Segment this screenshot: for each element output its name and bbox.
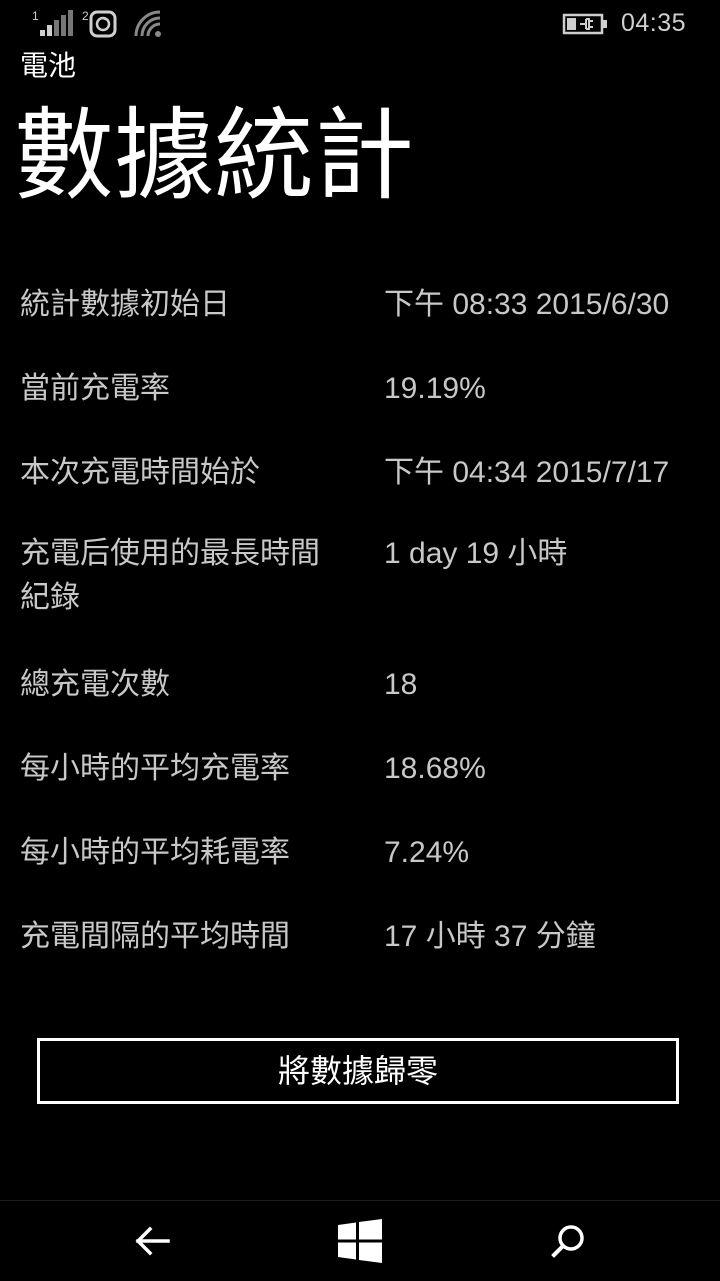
status-bar: 1 2 04:35 (0, 0, 720, 48)
search-icon (551, 1225, 584, 1258)
wifi-icon (134, 10, 161, 37)
stats-list: 統計數據初始日 下午 08:33 2015/6/30 當前充電率 19.19% … (0, 278, 720, 995)
stat-row-charge-started: 本次充電時間始於 下午 04:34 2015/7/17 (0, 446, 720, 530)
stat-value: 下午 04:34 2015/7/17 (384, 456, 670, 489)
app-title: 電池 (20, 49, 77, 82)
navigation-bar (0, 1200, 720, 1281)
windows-start-icon (338, 1219, 382, 1263)
start-button[interactable] (240, 1201, 480, 1281)
stat-label: 統計數據初始日 (20, 287, 230, 322)
stat-value: 17 小時 37 分鐘 (384, 920, 596, 953)
stat-label: 本次充電時間始於 (20, 455, 260, 490)
search-button[interactable] (448, 1201, 688, 1281)
stat-label: 當前充電率 (20, 371, 170, 406)
stat-label: 充電后使用的最長時間紀錄 (20, 536, 320, 615)
page-title: 數據統計 (14, 97, 414, 214)
back-arrow-icon (135, 1226, 170, 1256)
stat-label: 充電間隔的平均時間 (20, 919, 290, 954)
sim2-sync-icon: 2 (82, 9, 117, 38)
stat-label: 每小時的平均耗電率 (20, 835, 290, 870)
stat-label: 每小時的平均充電率 (20, 751, 290, 786)
stat-value: 19.19% (384, 372, 486, 405)
stat-row-total-charges: 總充電次數 18 (0, 659, 720, 743)
sim2-label: 2 (82, 9, 89, 23)
stat-row-longest-usage: 充電后使用的最長時間紀錄 1 day 19 小時 (0, 530, 720, 659)
stat-value: 1 day 19 小時 (384, 537, 568, 570)
stat-label: 總充電次數 (20, 667, 170, 702)
sim1-label: 1 (32, 9, 39, 23)
stat-value: 下午 08:33 2015/6/30 (384, 288, 670, 321)
reset-data-button[interactable]: 將數據歸零 (37, 1038, 679, 1104)
stat-row-avg-charge-rate: 每小時的平均充電率 18.68% (0, 743, 720, 827)
stat-row-avg-drain-rate: 每小時的平均耗電率 7.24% (0, 827, 720, 911)
clock-time: 04:35 (620, 9, 686, 37)
stat-row-avg-charge-interval: 充電間隔的平均時間 17 小時 37 分鐘 (0, 911, 720, 995)
stat-row-start-date: 統計數據初始日 下午 08:33 2015/6/30 (0, 278, 720, 362)
back-button[interactable] (32, 1201, 272, 1281)
battery-charging-icon (562, 13, 607, 35)
stat-value: 7.24% (384, 836, 470, 869)
stat-value: 18.68% (384, 752, 486, 785)
stat-row-current-charge: 當前充電率 19.19% (0, 362, 720, 446)
signal-sim1-icon: 1 (32, 9, 73, 36)
stat-value: 18 (384, 668, 418, 701)
